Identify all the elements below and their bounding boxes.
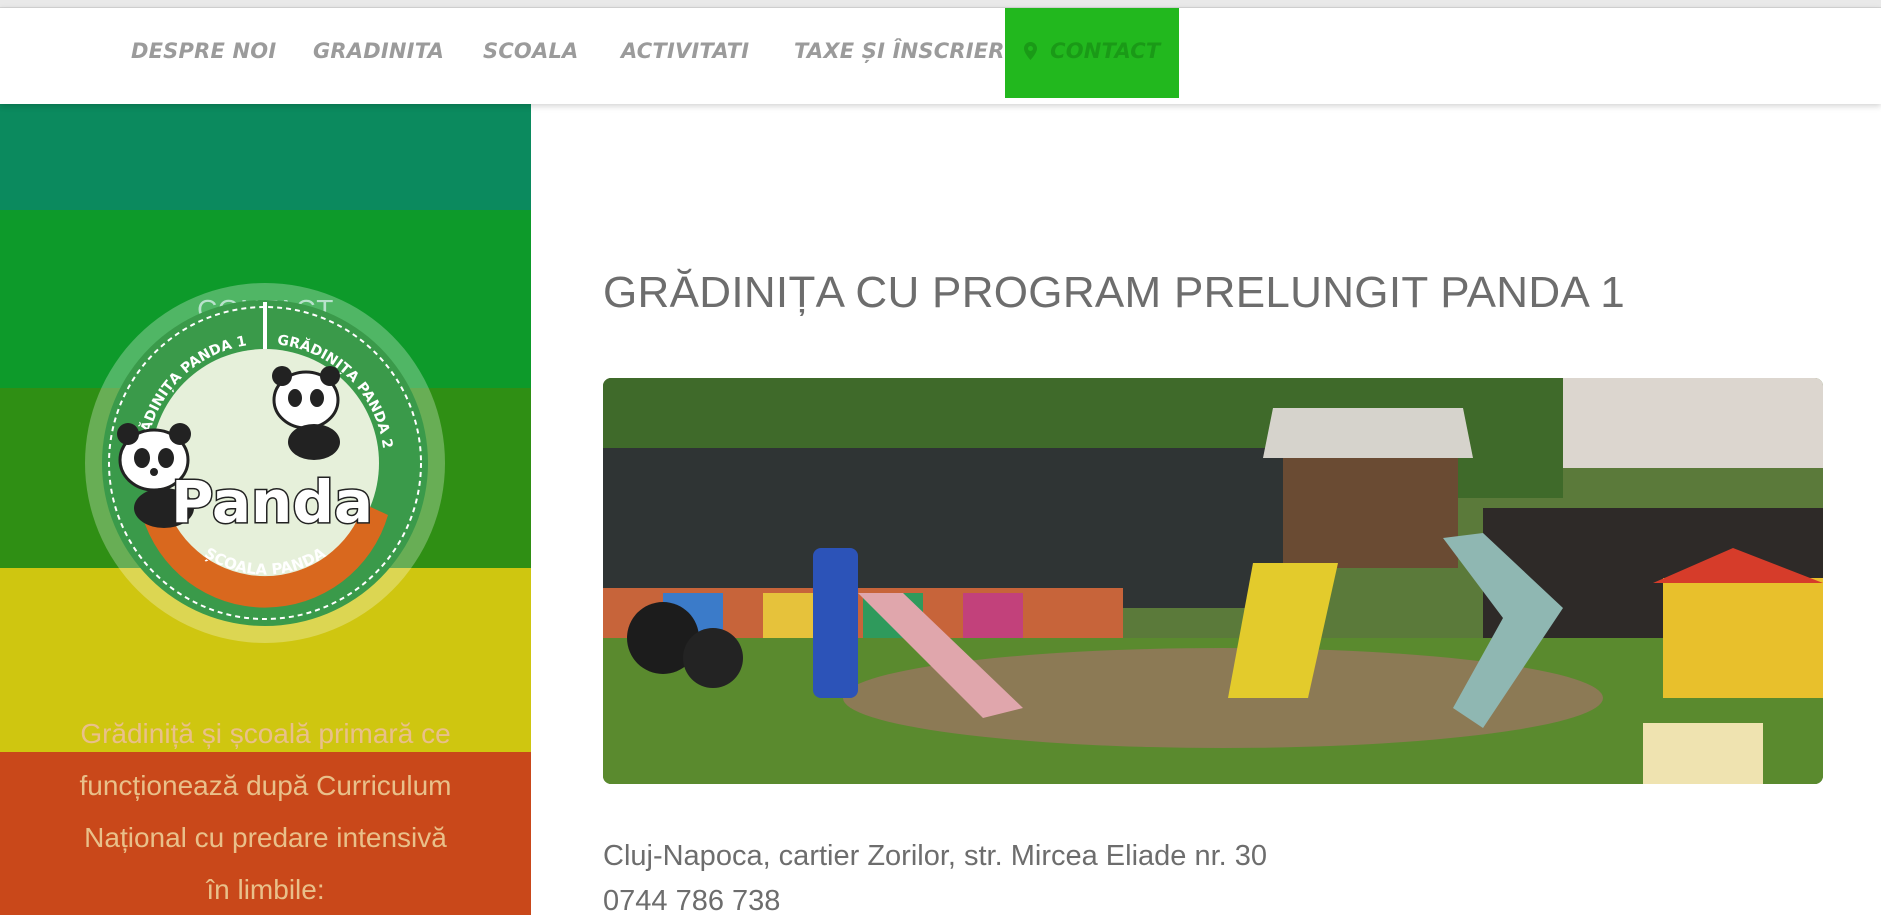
nav-item-scoala[interactable]: SCOALA — [483, 8, 578, 98]
description-line: Național cu predare intensivă — [84, 822, 447, 853]
playground-photo — [603, 378, 1823, 784]
browser-top-edge — [0, 0, 1881, 8]
panda-logo: GRĂDINIȚA PANDA 1 GRĂDINIȚA PANDA 2 ȘCOA… — [85, 283, 445, 643]
sidebar-description: Grădiniță și școală primară ce funcțione… — [40, 708, 491, 915]
logo-brand-text: Panda — [171, 468, 373, 536]
address-text: Cluj-Napoca, cartier Zorilor, str. Mirce… — [603, 840, 1268, 872]
description-line: funcționează după Curriculum — [79, 770, 452, 801]
nav-item-despre-noi[interactable]: DESPRE NOI — [131, 8, 276, 98]
contact-sidebar: CONTACT GRĂDINIȚA PANDA 1 GRĂDINIȚA PAND… — [0, 104, 531, 915]
nav-item-contact-label: CONTACT — [1050, 39, 1161, 63]
color-band-teal — [0, 104, 531, 210]
main-navigation: DESPRE NOI GRADINITA SCOALA ACTIVITATI T… — [0, 8, 1881, 104]
phone-text[interactable]: 0744 786 738 — [603, 885, 780, 918]
nav-item-activitati[interactable]: ACTIVITATI — [621, 8, 749, 98]
description-line: Grădiniță și școală primară ce — [80, 718, 451, 749]
description-line: în limbile: — [206, 874, 325, 905]
nav-item-contact[interactable]: CONTACT — [1005, 8, 1179, 98]
nav-item-gradinita[interactable]: GRADINITA — [313, 8, 444, 98]
map-pin-icon — [1023, 39, 1045, 63]
nav-item-taxe-inscrieri[interactable]: TAXE ȘI ÎNSCRIERI — [794, 8, 1013, 98]
page-title: GRĂDINIȚA CU PROGRAM PRELUNGIT PANDA 1 — [603, 268, 1625, 317]
